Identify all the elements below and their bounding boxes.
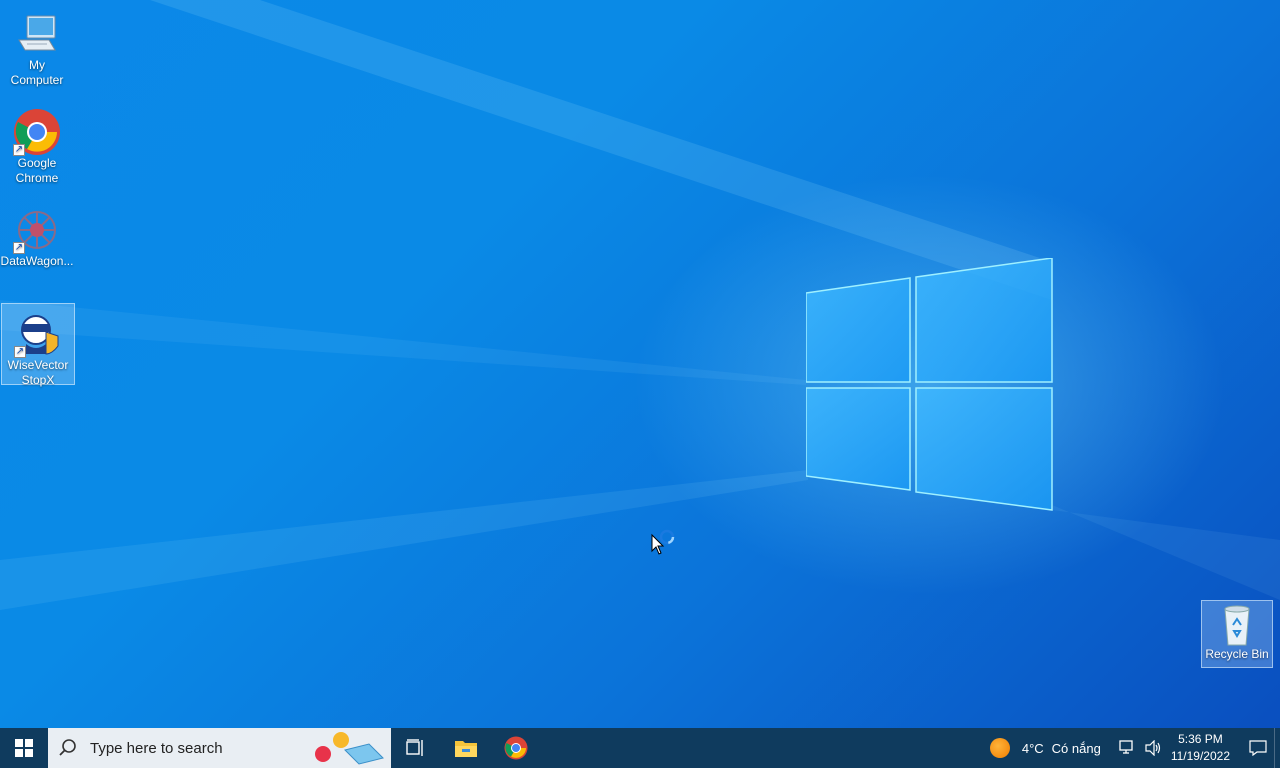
desktop-icon-label: DataWagon... xyxy=(0,254,74,268)
start-button[interactable] xyxy=(0,728,48,768)
clock-time: 5:36 PM xyxy=(1178,732,1223,746)
desktop-icon-recycle-bin[interactable]: Recycle Bin xyxy=(1201,600,1273,668)
chrome-icon xyxy=(504,736,528,760)
file-explorer-icon xyxy=(455,741,477,757)
system-tray: 4°C Có nắng 5:36 PM 11/19/2022 xyxy=(989,728,1280,768)
chrome-icon: ↗ xyxy=(13,108,61,156)
taskbar-clock[interactable]: 5:36 PM 11/19/2022 xyxy=(1171,731,1230,765)
recycle-bin-icon xyxy=(1213,603,1261,647)
busy-cursor-icon xyxy=(651,529,675,555)
taskbar: Type here to search 4°C Có nắng 5:36 PM … xyxy=(0,728,1280,768)
wisevector-icon: ↗ xyxy=(14,310,62,358)
wallpaper-beams xyxy=(0,0,1280,610)
sunny-weather-icon xyxy=(989,738,1010,758)
action-center-button[interactable] xyxy=(1242,728,1274,768)
weather-condition: Có nắng xyxy=(1051,740,1101,756)
weather-widget[interactable]: 4°C Có nắng xyxy=(989,738,1101,758)
chrome-taskbar-button[interactable] xyxy=(491,728,541,768)
search-placeholder: Type here to search xyxy=(90,739,223,757)
desktop-icon-wisevector-stopx[interactable]: ↗ WiseVector StopX xyxy=(1,303,75,387)
desktop-icon-google-chrome[interactable]: ↗ Google Chrome xyxy=(0,102,74,186)
taskbar-search-box[interactable]: Type here to search xyxy=(48,728,391,768)
weather-temperature: 4°C xyxy=(1021,740,1044,756)
shortcut-arrow-icon: ↗ xyxy=(13,144,25,156)
desktop[interactable]: My Computer ↗ Google Chrome ↗ DataWagon.… xyxy=(0,0,1280,728)
desktop-icon-label: My Computer xyxy=(10,58,64,87)
desktop-icon-label: Recycle Bin xyxy=(1205,647,1269,661)
file-explorer-taskbar-button[interactable] xyxy=(441,728,491,768)
search-highlight-icon xyxy=(315,732,384,765)
windows-start-icon xyxy=(15,739,33,757)
network-icon[interactable] xyxy=(1119,740,1137,756)
task-view-icon xyxy=(406,739,423,756)
search-icon xyxy=(59,739,76,756)
notification-icon xyxy=(1249,740,1267,756)
show-desktop-button[interactable] xyxy=(1274,728,1280,768)
datawagon-icon: ↗ xyxy=(13,206,61,254)
task-view-button[interactable] xyxy=(391,728,441,768)
shortcut-arrow-icon: ↗ xyxy=(13,242,25,254)
desktop-icon-label: Google Chrome xyxy=(15,156,59,185)
shortcut-arrow-icon: ↗ xyxy=(14,346,26,358)
desktop-icon-label: WiseVector StopX xyxy=(7,358,69,387)
volume-icon[interactable] xyxy=(1145,740,1163,756)
clock-date: 11/19/2022 xyxy=(1170,749,1230,763)
windows-logo-wallpaper xyxy=(806,258,1053,511)
desktop-icon-datawagon[interactable]: ↗ DataWagon... xyxy=(0,200,74,269)
desktop-icon-my-computer[interactable]: My Computer xyxy=(0,4,74,88)
computer-icon xyxy=(13,10,61,58)
